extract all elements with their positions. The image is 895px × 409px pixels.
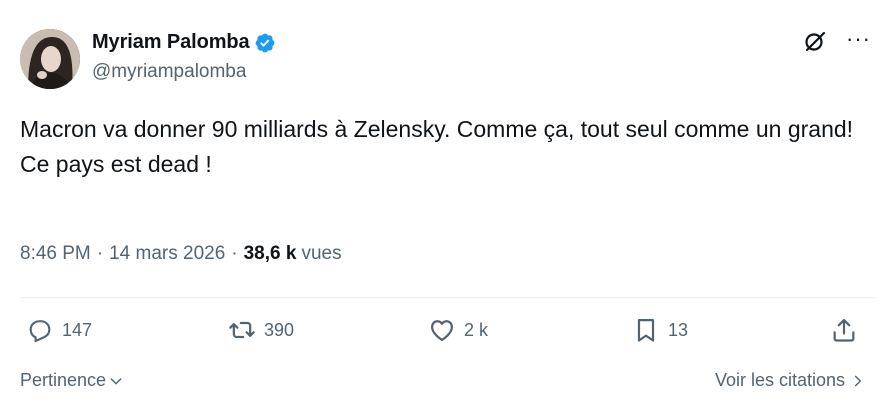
retweet-button[interactable]: 390 <box>228 316 294 344</box>
bookmark-count: 13 <box>668 319 689 340</box>
reply-icon <box>29 320 51 343</box>
meta-separator: · <box>96 243 104 264</box>
author-handle[interactable]: @myriampalomba <box>92 61 246 83</box>
chevron-down-icon <box>110 377 122 384</box>
retweet-icon <box>229 321 255 339</box>
avatar[interactable] <box>20 29 80 89</box>
tweet-time[interactable]: 8:46 PM <box>20 243 91 265</box>
tweet-date[interactable]: 14 mars 2026 <box>109 243 225 265</box>
views-label: vues <box>301 243 342 264</box>
chevron-right-icon <box>854 375 862 386</box>
tweet-text: Macron va donner 90 milliards à Zelensky… <box>20 116 854 177</box>
like-icon <box>430 320 454 342</box>
author-display-name[interactable]: Myriam Palomba <box>92 31 250 54</box>
view-quotes-label: Voir les citations <box>714 370 845 390</box>
view-quotes-link[interactable]: Voir les citations <box>715 370 865 391</box>
reply-count: 147 <box>62 319 93 340</box>
sort-label: Pertinence <box>20 370 107 390</box>
views-count: 38,6 k <box>243 243 297 264</box>
meta-separator: · <box>231 243 238 264</box>
grok-icon[interactable] <box>803 29 827 53</box>
like-count: 2 k <box>464 319 489 340</box>
more-icon[interactable]: ··· <box>846 28 870 52</box>
like-button[interactable]: 2 k <box>428 316 488 344</box>
author-name-row: Myriam Palomba <box>92 31 276 54</box>
verified-badge-icon[interactable] <box>254 32 276 54</box>
share-icon <box>833 318 855 342</box>
action-bar: 147 390 2 k 13 <box>20 316 860 352</box>
tweet-meta: 8:46 PM · 14 mars 2026 · 38,6 k vues <box>20 243 342 265</box>
reply-button[interactable]: 147 <box>26 316 92 344</box>
divider <box>20 297 875 298</box>
retweet-count: 390 <box>264 319 295 340</box>
bookmark-button[interactable]: 13 <box>632 316 688 344</box>
sort-dropdown[interactable]: Pertinence <box>20 370 124 391</box>
share-button[interactable] <box>830 316 858 344</box>
bookmark-icon <box>637 318 655 342</box>
